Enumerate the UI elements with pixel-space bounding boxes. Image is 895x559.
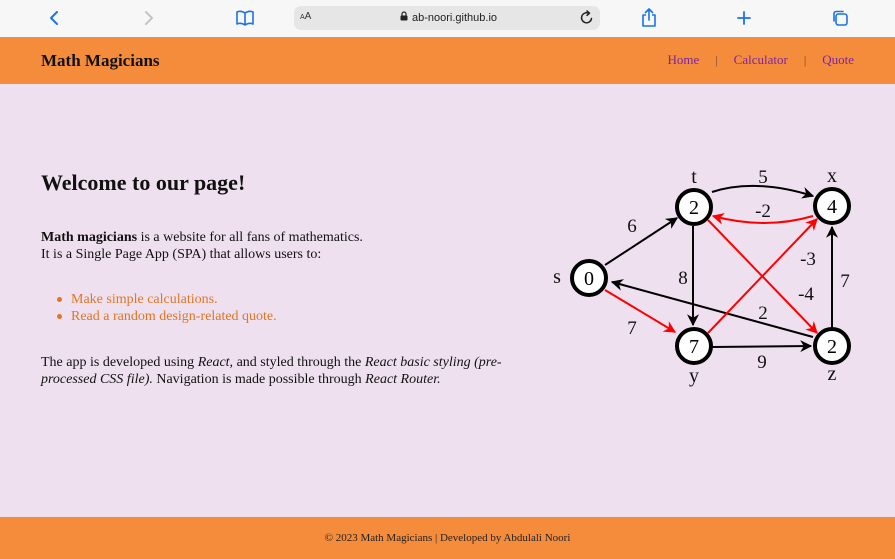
node-x-label: x: [827, 165, 837, 187]
plus-icon[interactable]: [732, 6, 756, 30]
node-s-label: s: [553, 266, 561, 288]
weight-s-y: 7: [627, 318, 637, 339]
weight-y-x: -3: [800, 249, 816, 270]
weight-t-y: 8: [678, 268, 688, 289]
intro-bold: Math magicians: [41, 230, 138, 245]
intro-paragraph: Math magicians is a website for all fans…: [41, 229, 521, 263]
reader-text-size-button[interactable]: AA: [300, 11, 311, 22]
site-brand: Math Magicians: [41, 51, 160, 70]
feature-list: Make simple calculations. Read a random …: [41, 291, 277, 325]
node-y-value: 7: [689, 336, 699, 358]
bookmarks-icon[interactable]: [233, 6, 257, 30]
footer-text: © 2023 Math Magicians | Developed by Abd…: [324, 532, 571, 544]
tabs-icon[interactable]: [828, 6, 852, 30]
tech-paragraph: The app is developed using React, and st…: [41, 354, 511, 388]
nav-link-home[interactable]: Home: [667, 52, 699, 68]
weight-x-t: -2: [755, 201, 771, 222]
intro-line-2: It is a Single Page App (SPA) that allow…: [41, 247, 322, 262]
nav-separator: |: [803, 52, 807, 67]
tech-text: The app is developed using: [41, 355, 198, 370]
site-footer: © 2023 Math Magicians | Developed by Abd…: [0, 517, 895, 559]
weight-z-x: 7: [840, 271, 850, 292]
node-t-label: t: [691, 166, 697, 188]
forward-icon[interactable]: [137, 6, 161, 30]
node-y-label: y: [689, 365, 699, 387]
nav-link-calculator[interactable]: Calculator: [734, 52, 788, 68]
main-nav: Home | Calculator | Quote: [667, 52, 854, 68]
intro-text: is a website for all fans of mathematics…: [137, 230, 363, 245]
nav-link-quote[interactable]: Quote: [822, 52, 854, 68]
list-item: Read a random design-related quote.: [41, 308, 277, 325]
node-t-value: 2: [689, 197, 699, 219]
reload-icon[interactable]: [580, 10, 594, 30]
node-x-value: 4: [827, 196, 837, 218]
node-s-value: 0: [584, 268, 594, 290]
site-header: Math Magicians Home | Calculator | Quote: [0, 37, 895, 84]
graph-illustration: 6 5 -2 7 8 9 2 -3 -4 7 0 2 4 7 2 s t x y…: [553, 165, 851, 387]
share-icon[interactable]: [637, 6, 661, 30]
address-bar[interactable]: AA ab-noori.github.io: [294, 6, 600, 30]
weight-z-s: 2: [758, 303, 768, 324]
tech-react: React,: [197, 355, 234, 370]
lock-icon: [400, 11, 408, 24]
weight-t-z: -4: [798, 284, 814, 305]
tech-router: React Router.: [365, 372, 441, 387]
edge-y-z: [711, 340, 813, 353]
weight-y-z: 9: [757, 352, 767, 373]
page-title: Welcome to our page!: [41, 170, 246, 195]
edge-s-t: [604, 217, 679, 266]
weight-s-t: 6: [627, 216, 637, 237]
node-z-label: z: [828, 363, 837, 385]
url-text: ab-noori.github.io: [412, 11, 498, 24]
nav-separator: |: [715, 52, 718, 67]
tech-text: Navigation is made possible through: [152, 372, 366, 387]
list-item: Make simple calculations.: [41, 291, 277, 308]
tech-text: and styled through the: [233, 355, 365, 370]
browser-toolbar: AA ab-noori.github.io: [0, 0, 895, 37]
back-icon[interactable]: [42, 6, 66, 30]
node-z-value: 2: [827, 336, 837, 358]
weight-t-x: 5: [758, 167, 768, 188]
